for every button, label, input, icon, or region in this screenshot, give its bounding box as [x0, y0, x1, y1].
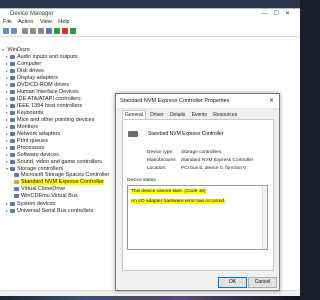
device-status-heading: Device status	[127, 178, 156, 183]
uninstall-icon[interactable]	[62, 28, 68, 34]
menu-action[interactable]: Action	[18, 19, 33, 25]
hid-icon	[10, 89, 15, 94]
keyboard-icon	[10, 110, 15, 115]
dvd-icon	[10, 82, 15, 87]
storage-icon	[10, 166, 15, 171]
location-value: PCI bus 6, device 0, function 0	[181, 166, 247, 171]
tree-item[interactable]: WinCDEmu Virtual Bus	[14, 193, 78, 200]
dialog-title-bar: Standard NVM Express Controller Properti…	[116, 94, 279, 109]
manufacturer-value: Standard NVM Express Controller	[181, 158, 254, 163]
menu-help[interactable]: Help	[58, 19, 69, 25]
chevron-down-icon[interactable]: ▾	[2, 46, 6, 53]
tree-item[interactable]: ▸ Keyboards	[6, 109, 43, 116]
tree-item[interactable]: ▸ DVD/CD-ROM drives	[6, 81, 69, 88]
dialog-tabs: General Driver Details Events Resources	[122, 110, 240, 119]
tree-item[interactable]: ▸ IEEE 1394 host controllers	[6, 102, 82, 109]
update-driver-icon[interactable]	[46, 28, 52, 34]
device-type-label: Device type:	[147, 150, 174, 155]
ok-button[interactable]: OK	[218, 277, 247, 288]
tab-driver[interactable]: Driver	[148, 111, 165, 119]
tree-item[interactable]: ▸ Display adapters	[6, 74, 58, 81]
menu-view[interactable]: View	[40, 19, 52, 25]
disk-icon	[10, 68, 15, 73]
tree-item[interactable]: ▸ Print queues	[6, 137, 48, 144]
tree-item[interactable]: ▸ Sound, video and game controllers	[6, 158, 102, 165]
tab-general[interactable]: General	[122, 110, 146, 119]
location-label: Location:	[147, 166, 167, 171]
toolbar	[0, 27, 300, 37]
tab-events[interactable]: Events	[190, 111, 209, 119]
back-icon[interactable]	[3, 28, 9, 34]
warning-icon	[14, 179, 19, 184]
title-bar: Device Manager —☐✕	[0, 9, 300, 19]
tree-item[interactable]: ▸ Software devices	[6, 151, 59, 158]
window-title: Device Manager	[10, 11, 54, 17]
firewire-icon	[10, 103, 15, 108]
tree-item[interactable]: ▸ System devices	[6, 200, 56, 207]
manufacturer-label: Manufacturer:	[147, 158, 177, 163]
tree-root[interactable]: ▾ WinDoze	[2, 46, 30, 53]
usb-icon	[10, 208, 15, 213]
scrollbar[interactable]	[262, 186, 267, 249]
add-hardware-icon[interactable]	[70, 28, 76, 34]
menu-file[interactable]: File	[3, 19, 12, 25]
help-icon[interactable]	[30, 28, 36, 34]
status-line: This device cannot start. (Code 10)	[131, 189, 206, 194]
scan-icon[interactable]	[38, 28, 44, 34]
cancel-button[interactable]: Cancel	[248, 277, 277, 288]
tree-item[interactable]: ▸ Human Interface Devices	[6, 88, 79, 95]
tree-item[interactable]: ▸ Disk drives	[6, 67, 44, 74]
menu-bar: File Action View Help	[0, 19, 300, 27]
tree-item[interactable]: ▸ IDE ATA/ATAPI controllers	[6, 95, 81, 102]
display-icon	[10, 75, 15, 80]
general-panel: Standard NVM Express Controller Device t…	[122, 119, 274, 271]
properties-icon[interactable]	[22, 28, 28, 34]
tree-item[interactable]: Microsoft Storage Spaces Controller	[14, 172, 109, 179]
tree-item[interactable]: ▾ Storage controllers	[6, 165, 63, 172]
device-type-value: Storage controllers	[181, 150, 222, 155]
mouse-icon	[10, 117, 15, 122]
system-icon	[10, 201, 15, 206]
tree-item[interactable]: ▸ Network adapters	[6, 130, 60, 137]
monitor-icon	[10, 124, 15, 129]
storage-icon	[14, 193, 19, 198]
enable-icon[interactable]	[54, 28, 60, 34]
tree-item[interactable]: ▸ Mice and other pointing devices	[6, 116, 94, 123]
storage-controller-icon	[128, 131, 138, 137]
tree-item[interactable]: ▸ Universal Serial Bus controllers	[6, 207, 93, 214]
window-controls[interactable]: —☐✕	[262, 10, 296, 17]
tree-item[interactable]: ▸ Computer	[6, 60, 41, 67]
network-icon	[10, 131, 15, 136]
computer-icon	[10, 61, 15, 66]
forward-icon[interactable]	[11, 28, 17, 34]
sound-icon	[10, 159, 15, 164]
close-icon[interactable]: ✕	[269, 97, 274, 104]
ide-icon	[10, 96, 15, 101]
processor-icon	[10, 145, 15, 150]
dialog-title: Standard NVM Express Controller Properti…	[120, 98, 230, 104]
tab-details[interactable]: Details	[168, 111, 187, 119]
tree-item[interactable]: ▸ Monitors	[6, 123, 38, 130]
tree-item-selected[interactable]: Standard NVM Express Controller	[14, 179, 104, 186]
storage-icon	[14, 172, 19, 177]
device-name: Standard NVM Express Controller	[148, 131, 224, 137]
tree-item[interactable]: ▸ Processors	[6, 144, 45, 151]
software-icon	[10, 152, 15, 157]
storage-icon	[14, 186, 19, 191]
printer-icon	[10, 138, 15, 143]
tree-item[interactable]: Virtual CloneDrive	[14, 186, 65, 193]
device-status-textbox[interactable]: This device cannot start. (Code 10) An I…	[127, 185, 268, 250]
tab-resources[interactable]: Resources	[211, 111, 239, 119]
properties-dialog: Standard NVM Express Controller Properti…	[115, 93, 280, 291]
status-line: An I/O adapter hardware error has occurr…	[131, 199, 226, 204]
speaker-icon	[10, 54, 15, 59]
tree-item[interactable]: ▸ Audio inputs and outputs	[6, 53, 78, 60]
